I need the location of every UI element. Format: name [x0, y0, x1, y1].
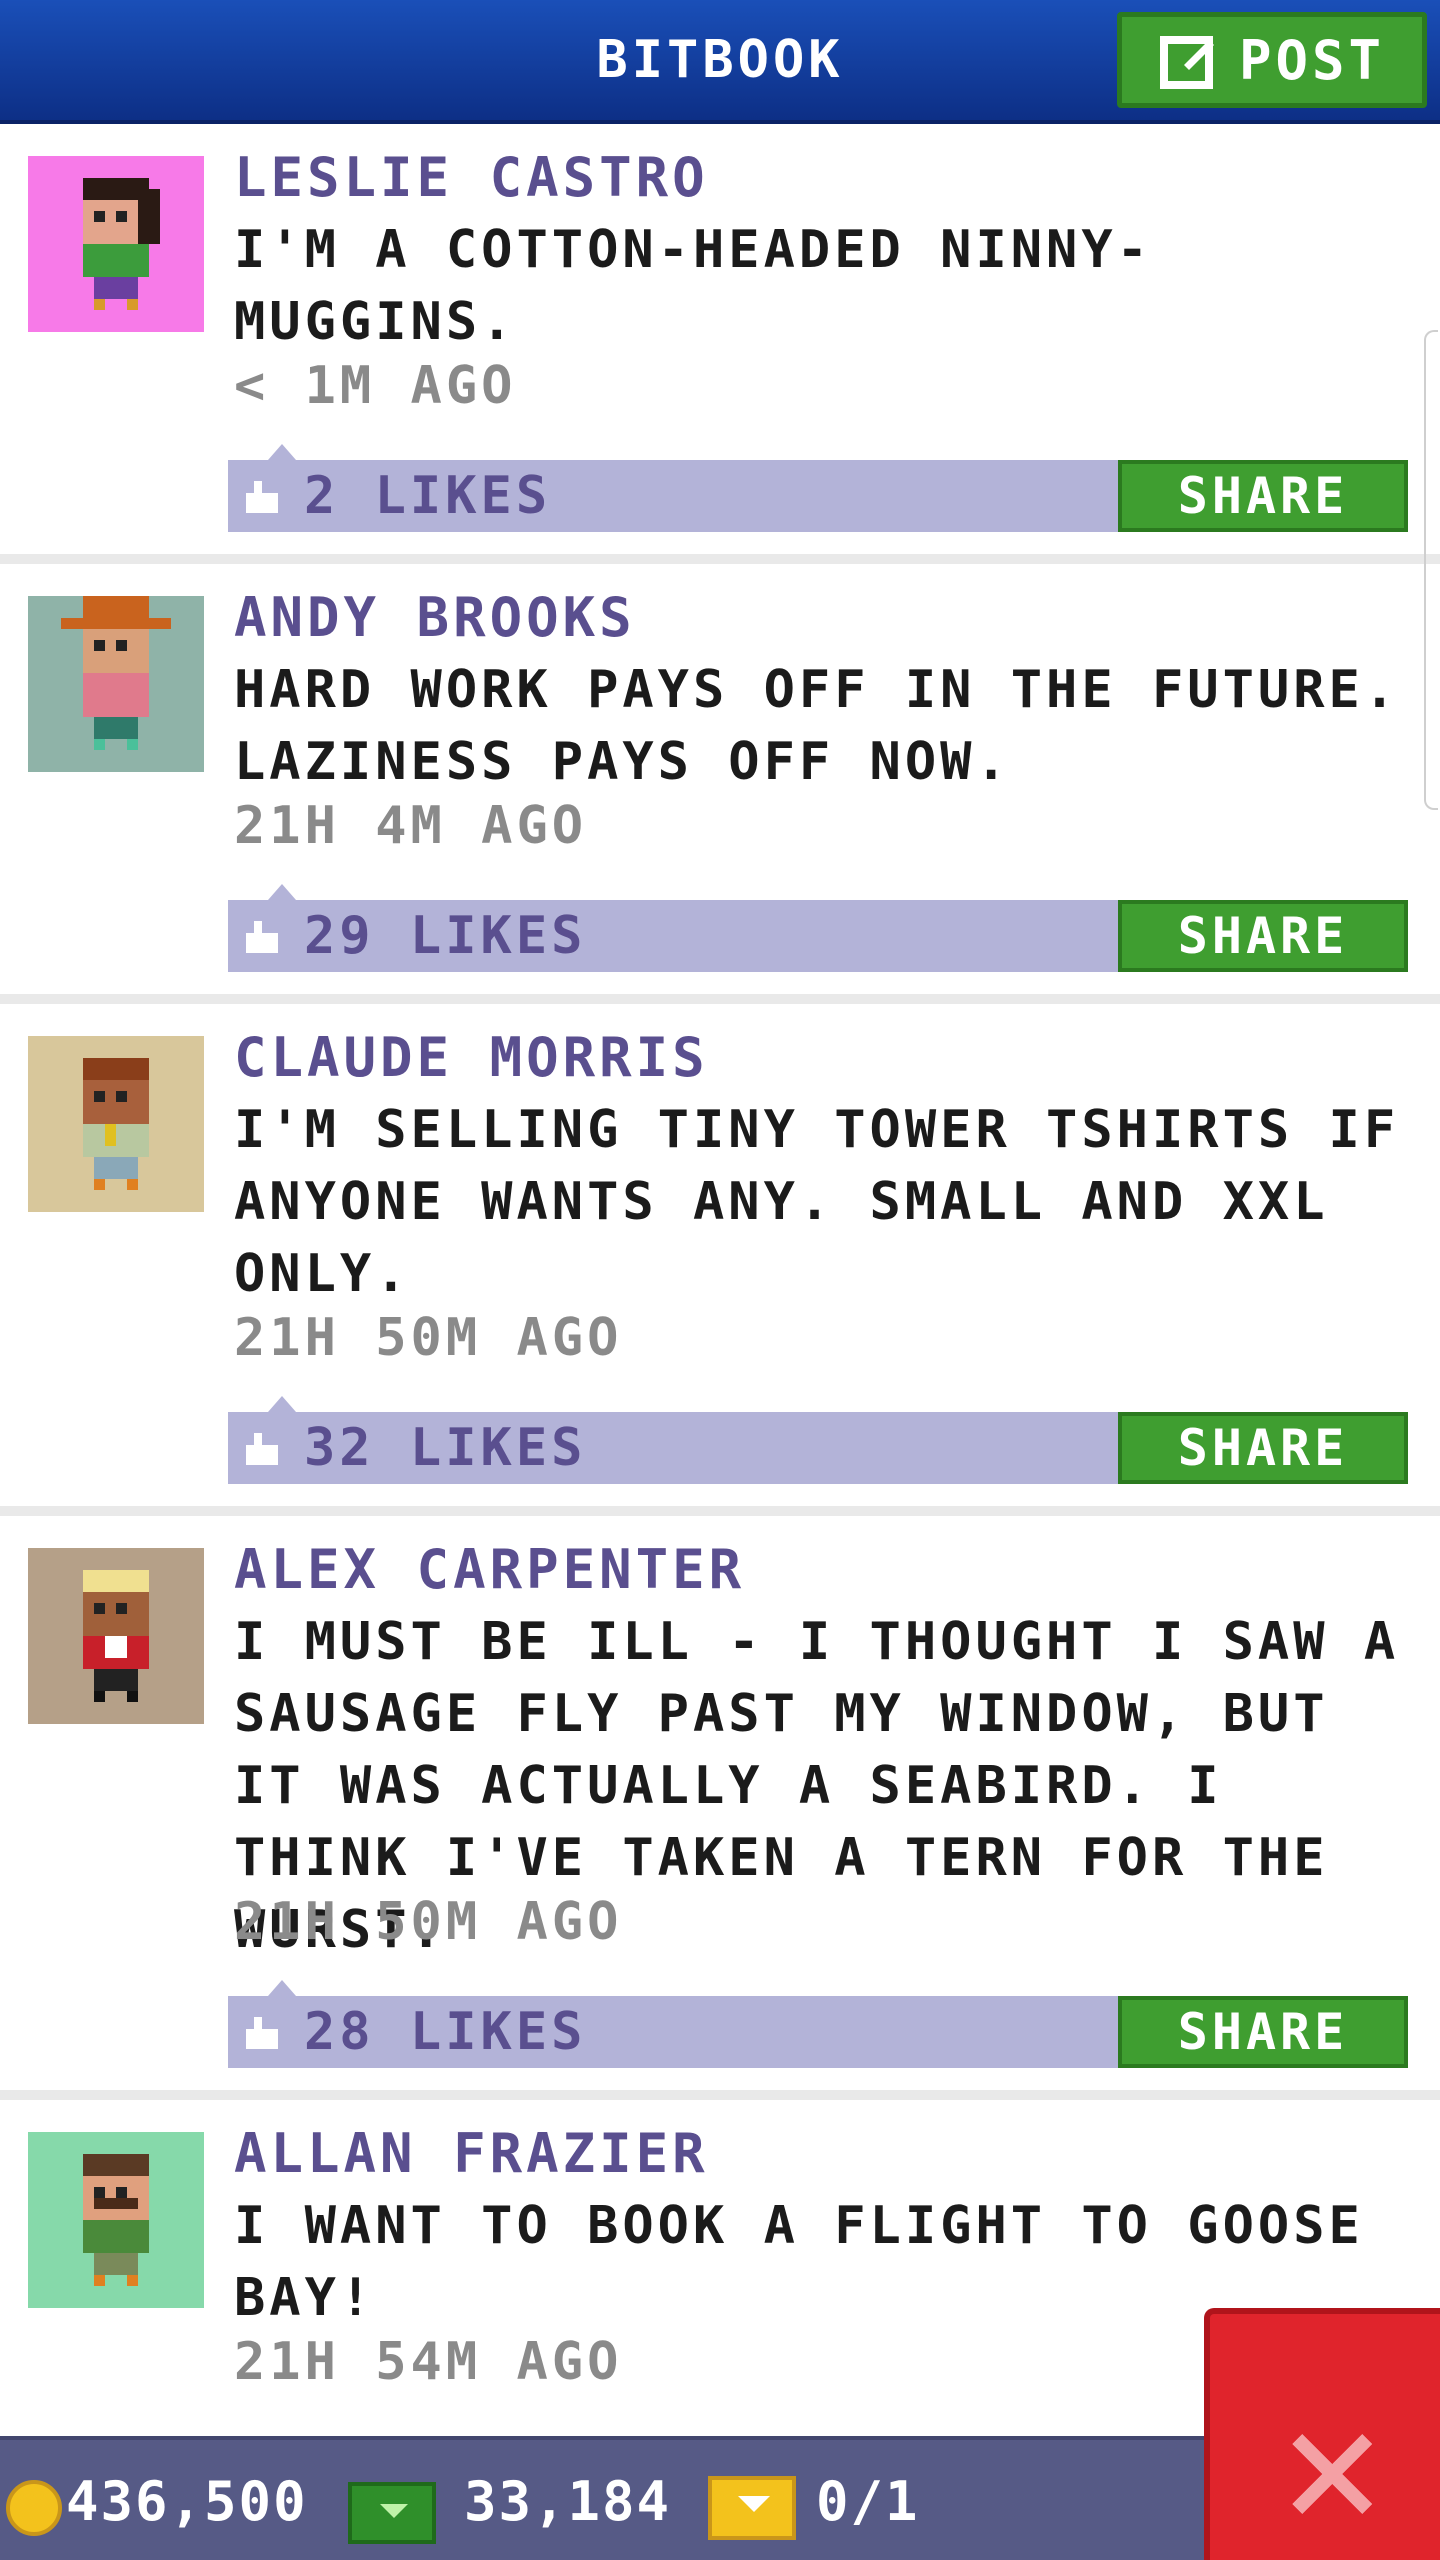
ticket-count: 0/1: [816, 2470, 920, 2533]
post-text: I'M A COTTON-HEADED NINNY-MUGGINS.: [234, 220, 1152, 352]
avatar[interactable]: [28, 156, 204, 332]
share-button[interactable]: SHARE: [1118, 460, 1408, 532]
post-timestamp: 21H 54M AGO: [234, 2332, 623, 2392]
share-button[interactable]: SHARE: [1118, 1996, 1408, 2068]
post-author[interactable]: ALLAN FRAZIER: [234, 2122, 709, 2185]
divider: [0, 2090, 1440, 2100]
post-text: I'M SELLING TINY TOWER TSHIRTS IF ANYONE…: [234, 1100, 1400, 1304]
coin-count: 436,500: [66, 2470, 308, 2533]
avatar[interactable]: [28, 596, 204, 772]
thumbs-up-icon[interactable]: [242, 920, 282, 954]
like-count: 32 LIKES: [304, 1418, 587, 1478]
post-button[interactable]: POST: [1117, 12, 1427, 108]
share-button[interactable]: SHARE: [1118, 1412, 1408, 1484]
like-bar: 29 LIKES SHARE: [228, 884, 1408, 972]
post-author[interactable]: ALEX CARPENTER: [234, 1538, 745, 1601]
post-text: HARD WORK PAYS OFF IN THE FUTURE. LAZINE…: [234, 660, 1400, 792]
bux-count: 33,184: [464, 2470, 672, 2533]
thumbs-up-icon[interactable]: [242, 1432, 282, 1466]
divider: [0, 994, 1440, 1004]
avatar[interactable]: [28, 2132, 204, 2308]
ticket-icon: [708, 2476, 796, 2540]
post-timestamp: 21H 4M AGO: [234, 796, 588, 856]
post-author[interactable]: ANDY BROOKS: [234, 586, 636, 649]
post-timestamp: < 1M AGO: [234, 356, 517, 416]
avatar[interactable]: [28, 1548, 204, 1724]
share-button[interactable]: SHARE: [1118, 900, 1408, 972]
post-author[interactable]: CLAUDE MORRIS: [234, 1026, 709, 1089]
compose-icon: [1159, 36, 1214, 89]
divider: [0, 554, 1440, 564]
app-header: BITBOOK POST: [0, 0, 1440, 124]
like-bar: 32 LIKES SHARE: [228, 1396, 1408, 1484]
post-button-label: POST: [1238, 28, 1386, 92]
like-bar: 28 LIKES SHARE: [228, 1980, 1408, 2068]
thumbs-up-icon[interactable]: [242, 2016, 282, 2050]
scrollbar[interactable]: [1424, 330, 1438, 810]
post-author[interactable]: LESLIE CASTRO: [234, 146, 709, 209]
divider: [0, 1506, 1440, 1516]
like-count: 29 LIKES: [304, 906, 587, 966]
coin-icon: [6, 2480, 62, 2536]
bux-icon: [348, 2482, 436, 2544]
post-timestamp: 21H 50M AGO: [234, 1308, 623, 1368]
avatar[interactable]: [28, 1036, 204, 1212]
like-count: 28 LIKES: [304, 2002, 587, 2062]
close-icon: [1292, 2434, 1372, 2514]
post-timestamp: 21H 50M AGO: [234, 1892, 623, 1952]
like-count: 2 LIKES: [304, 466, 552, 526]
close-button[interactable]: [1204, 2308, 1440, 2560]
thumbs-up-icon[interactable]: [242, 480, 282, 514]
like-bar: 2 LIKES SHARE: [228, 444, 1408, 532]
